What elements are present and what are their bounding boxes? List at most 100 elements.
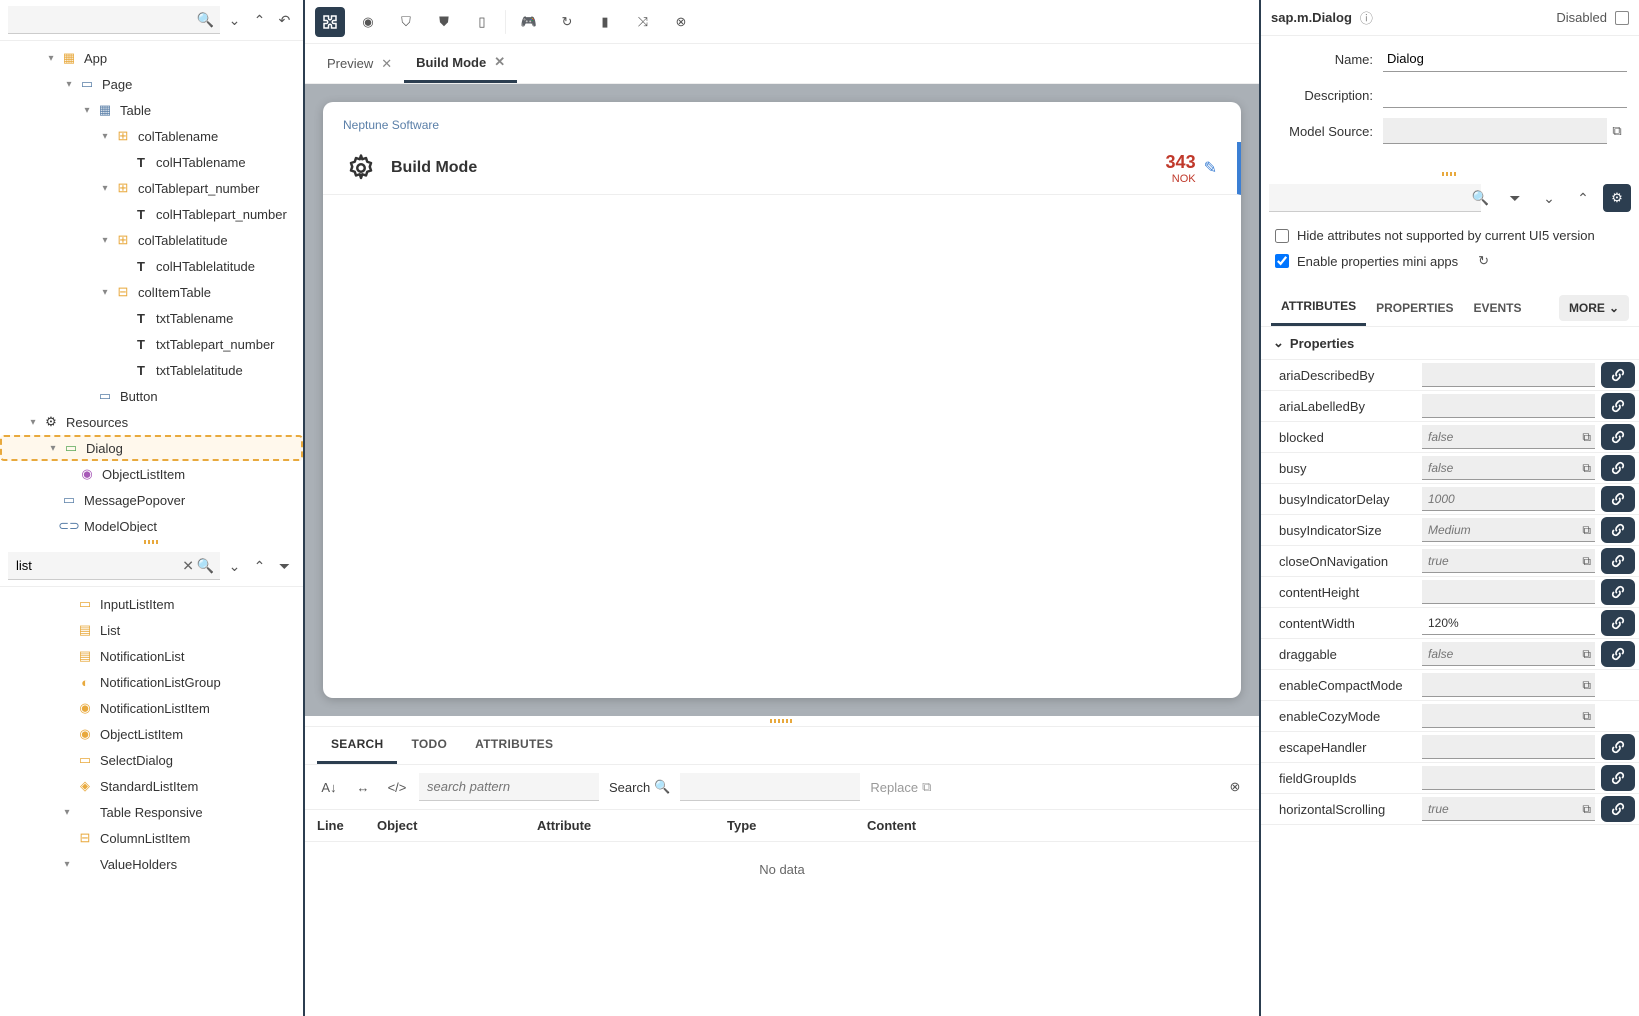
value-picker-icon[interactable]: ⧉	[1582, 647, 1591, 662]
props-group-header[interactable]: ⌄ Properties	[1261, 327, 1639, 360]
play-icon[interactable]: ◉	[353, 7, 383, 37]
device-icon[interactable]: ▯	[467, 7, 497, 37]
value-picker-icon[interactable]: ⧉	[1582, 461, 1591, 476]
disabled-checkbox[interactable]	[1615, 11, 1629, 25]
collapse-up-icon[interactable]: ⌃	[249, 552, 270, 580]
edit-icon[interactable]: ✎	[1204, 158, 1217, 178]
mini-apps-checkbox[interactable]	[1275, 254, 1289, 268]
library-item-list[interactable]: ▤ List	[0, 617, 303, 643]
value-picker-icon[interactable]: ⧉	[1582, 554, 1591, 569]
more-button[interactable]: MORE⌄	[1559, 295, 1629, 321]
tree-node-dialog[interactable]: ▾ ▭ Dialog	[0, 435, 303, 461]
bind-button[interactable]	[1601, 641, 1635, 667]
library-item-standardlistitem[interactable]: ◈ StandardListItem	[0, 773, 303, 799]
prop-value-input[interactable]	[1422, 735, 1595, 759]
prop-value-input[interactable]	[1422, 456, 1595, 480]
props-tab-properties[interactable]: PROPERTIES	[1366, 291, 1463, 325]
tree-node-page[interactable]: ▾ ▭ Page	[0, 71, 303, 97]
library-item-table-responsive[interactable]: ▾ Table Responsive	[0, 799, 303, 825]
tree-node-colhtablelatitude[interactable]: T colHTablelatitude	[0, 253, 303, 279]
tree-toggle-icon[interactable]: ▾	[80, 105, 94, 116]
tree-node-resources[interactable]: ▾ ⚙ Resources	[0, 409, 303, 435]
value-picker-icon[interactable]: ⧉	[1582, 802, 1591, 817]
prop-value-input[interactable]	[1422, 704, 1595, 728]
shuffle-icon[interactable]: ⤨	[628, 7, 658, 37]
tree-node-app[interactable]: ▾ ▦ App	[0, 45, 303, 71]
undo-icon[interactable]: ↶	[274, 6, 295, 34]
prop-value-input[interactable]	[1422, 797, 1595, 821]
bind-button[interactable]	[1601, 424, 1635, 450]
library-item-notificationlistgroup[interactable]: ◐ NotificationListGroup	[0, 669, 303, 695]
code-icon[interactable]: </>	[385, 780, 409, 795]
gamepad-icon[interactable]: 🎮	[514, 7, 544, 37]
props-tab-attributes[interactable]: ATTRIBUTES	[1271, 289, 1366, 326]
expand-down-icon[interactable]: ⌄	[224, 6, 245, 34]
shield-icon[interactable]: ⛉	[391, 7, 421, 37]
model-source-input[interactable]	[1383, 118, 1607, 144]
bind-button[interactable]	[1601, 517, 1635, 543]
tree-toggle-icon[interactable]: ▾	[98, 131, 112, 142]
prop-value-input[interactable]	[1422, 487, 1595, 511]
library-item-columnlistitem[interactable]: ⊟ ColumnListItem	[0, 825, 303, 851]
library-item-notificationlist[interactable]: ▤ NotificationList	[0, 643, 303, 669]
bind-button[interactable]	[1601, 610, 1635, 636]
tree-node-txttablelatitude[interactable]: T txtTablelatitude	[0, 357, 303, 383]
mid-resizer[interactable]	[305, 716, 1259, 726]
tree-node-coltablename[interactable]: ▾ ⊞ colTablename	[0, 123, 303, 149]
refresh-icon[interactable]: ↻	[552, 7, 582, 37]
bind-button[interactable]	[1601, 362, 1635, 388]
bind-button[interactable]	[1601, 579, 1635, 605]
expand-down-icon[interactable]: ⌄	[224, 552, 245, 580]
collapse-up-icon[interactable]: ⌃	[249, 6, 270, 34]
tab-build-mode[interactable]: Build Mode✕	[404, 44, 517, 83]
close-icon[interactable]: ✕	[494, 54, 505, 70]
tree-node-objectlistitem[interactable]: ◉ ObjectListItem	[0, 461, 303, 487]
description-input[interactable]	[1383, 82, 1627, 108]
prop-value-input[interactable]	[1422, 518, 1595, 542]
search-icon[interactable]: 🔍	[197, 558, 214, 575]
sort-az-icon[interactable]: A↓	[317, 780, 341, 795]
expand-down-icon[interactable]: ⌄	[1535, 184, 1563, 212]
value-picker-icon[interactable]: ⧉	[1582, 523, 1591, 538]
tree-node-messagepopover[interactable]: ▭ MessagePopover	[0, 487, 303, 513]
bind-button[interactable]	[1601, 393, 1635, 419]
refresh-icon[interactable]: ↻	[1478, 253, 1489, 269]
value-picker-icon[interactable]: ⧉	[1582, 430, 1591, 445]
props-tab-events[interactable]: EVENTS	[1463, 291, 1531, 325]
tree-node-txttablename[interactable]: T txtTablename	[0, 305, 303, 331]
search-icon[interactable]: 🔍	[1472, 190, 1489, 207]
tree-node-colhtablepart_number[interactable]: T colHTablepart_number	[0, 201, 303, 227]
tree-node-table[interactable]: ▾ ▦ Table	[0, 97, 303, 123]
library-item-selectdialog[interactable]: ▭ SelectDialog	[0, 747, 303, 773]
left-resizer[interactable]	[0, 538, 303, 546]
tree-toggle-icon[interactable]: ▾	[98, 235, 112, 246]
tab-preview[interactable]: Preview✕	[315, 44, 404, 83]
tree-toggle-icon[interactable]: ▾	[44, 53, 58, 64]
clear-circle-icon[interactable]: ⊗	[1223, 779, 1247, 795]
value-picker-icon[interactable]: ⧉	[1582, 678, 1591, 693]
tree-toggle-icon[interactable]: ▾	[62, 79, 76, 90]
tree-node-coltablelatitude[interactable]: ▾ ⊞ colTablelatitude	[0, 227, 303, 253]
search-icon[interactable]: 🔍	[197, 12, 214, 29]
prop-value-input[interactable]	[1422, 425, 1595, 449]
canvas[interactable]: Neptune Software Build Mode 343 NOK ✎	[323, 102, 1241, 698]
search-button[interactable]: Search 🔍	[609, 779, 670, 795]
tree-node-txttablepart_number[interactable]: T txtTablepart_number	[0, 331, 303, 357]
bind-button[interactable]	[1601, 486, 1635, 512]
swap-icon[interactable]: ↔	[351, 780, 375, 795]
tree-toggle-icon[interactable]: ▾	[26, 417, 40, 428]
help-icon[interactable]: ⓘ	[1360, 8, 1373, 27]
replace-input[interactable]	[680, 773, 860, 801]
filter-icon[interactable]: ⏷	[274, 552, 295, 580]
close-icon[interactable]: ✕	[381, 56, 392, 72]
tree-toggle-icon[interactable]: ▾	[46, 443, 60, 454]
prop-value-input[interactable]	[1422, 673, 1595, 697]
prop-value-input[interactable]	[1422, 766, 1595, 790]
filter-icon[interactable]: ⏷	[1501, 184, 1529, 212]
library-item-notificationlistitem[interactable]: ◉ NotificationListItem	[0, 695, 303, 721]
library-item-inputlistitem[interactable]: ▭ InputListItem	[0, 591, 303, 617]
bind-button[interactable]	[1601, 455, 1635, 481]
shield2-icon[interactable]: ⛊	[429, 7, 459, 37]
bind-button[interactable]	[1601, 734, 1635, 760]
tree-node-coltablepart_number[interactable]: ▾ ⊞ colTablepart_number	[0, 175, 303, 201]
